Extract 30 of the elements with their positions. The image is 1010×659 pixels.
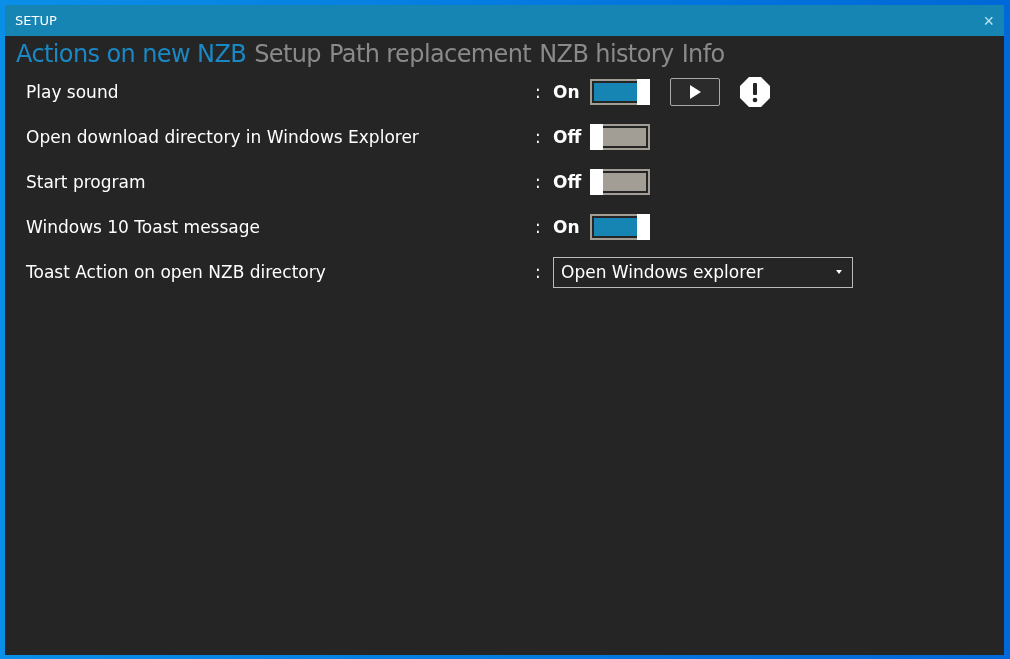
warning-icon [739,76,771,108]
toggle-state-text: On [553,82,581,102]
tab[interactable]: Actions on new NZB [13,40,250,68]
separator: : [535,127,542,147]
setting-label: Windows 10 Toast message [26,217,261,237]
separator: : [535,217,542,237]
play-button[interactable] [670,78,720,106]
setting-label: Play sound [26,82,120,102]
play-icon [689,85,701,99]
setting-label: Start program [26,172,147,192]
toggle-switch[interactable] [590,169,650,195]
separator: : [535,262,542,282]
separator: : [535,172,542,192]
toggle-state-text: Off [553,127,583,147]
tab[interactable]: Info [678,40,728,68]
tab[interactable]: Setup [251,40,324,68]
toggle-switch[interactable] [590,79,650,105]
tab[interactable]: NZB history [536,40,677,68]
window-title: SETUP [15,13,57,28]
setting-label: Toast Action on open NZB directory [26,262,327,282]
toggle-state-text: On [553,217,581,237]
toggle-switch[interactable] [590,124,650,150]
separator: : [535,82,542,102]
setting-label: Open download directory in Windows Explorer [26,127,420,147]
close-button[interactable]: × [983,11,994,30]
dropdown[interactable]: Open Windows explorer [553,256,853,288]
toggle-state-text: Off [553,172,583,192]
toggle-switch[interactable] [590,214,650,240]
caret-icon [836,270,842,274]
tab[interactable]: Path replacement [326,40,535,68]
